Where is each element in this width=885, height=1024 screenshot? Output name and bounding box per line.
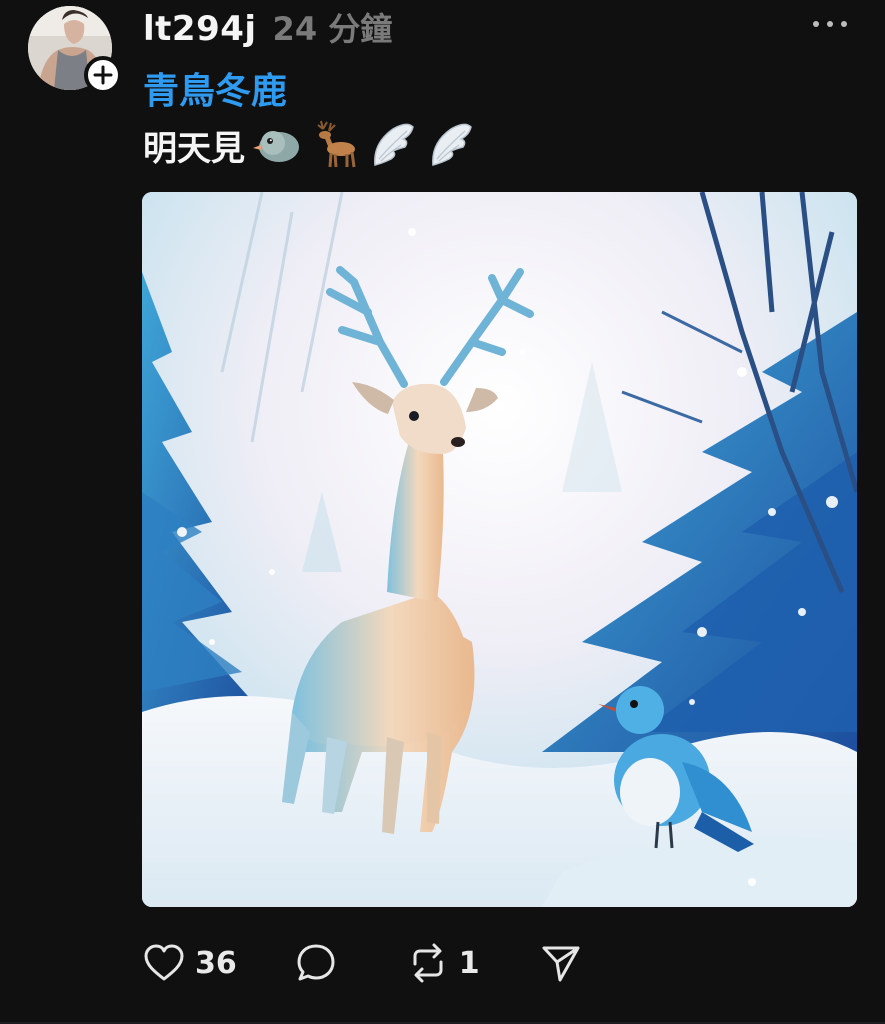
- more-dot-icon: [827, 21, 833, 27]
- more-options-button[interactable]: [813, 16, 847, 32]
- heart-icon: [144, 944, 184, 981]
- follow-plus-button[interactable]: [84, 56, 122, 94]
- wing-emoji-icon: [432, 123, 472, 166]
- deer-emoji-icon: [317, 120, 356, 168]
- post-caption: 明天見: [143, 118, 477, 172]
- post-image[interactable]: [142, 192, 857, 907]
- repost-count: 1: [458, 945, 480, 981]
- repost-icon: [413, 943, 443, 983]
- plus-icon: [93, 65, 113, 85]
- send-icon: [542, 946, 580, 982]
- share-button[interactable]: [540, 942, 582, 984]
- caption-text: 明天見: [143, 128, 245, 169]
- topic-tag-link[interactable]: 青鳥冬鹿: [143, 62, 287, 114]
- thread-post: lt294j 24 分鐘 青鳥冬鹿 明天見 36 1: [0, 0, 885, 1024]
- avatar-container[interactable]: [28, 6, 122, 94]
- comment-icon: [297, 944, 335, 981]
- post-header: lt294j 24 分鐘: [143, 4, 393, 49]
- watercolor-deer-bird-illustration: [142, 192, 857, 907]
- like-count: 36: [195, 945, 237, 981]
- repost-button[interactable]: 1: [407, 942, 480, 984]
- wing-emoji-icon: [374, 123, 414, 166]
- reply-button[interactable]: [295, 942, 347, 984]
- like-button[interactable]: 36: [143, 943, 237, 983]
- more-dot-icon: [813, 21, 819, 27]
- more-dot-icon: [841, 21, 847, 27]
- post-actions-bar: 36 1: [143, 936, 582, 990]
- bird-emoji-icon: [253, 131, 299, 162]
- username-link[interactable]: lt294j: [143, 9, 257, 49]
- post-timestamp: 24 分鐘: [272, 10, 393, 48]
